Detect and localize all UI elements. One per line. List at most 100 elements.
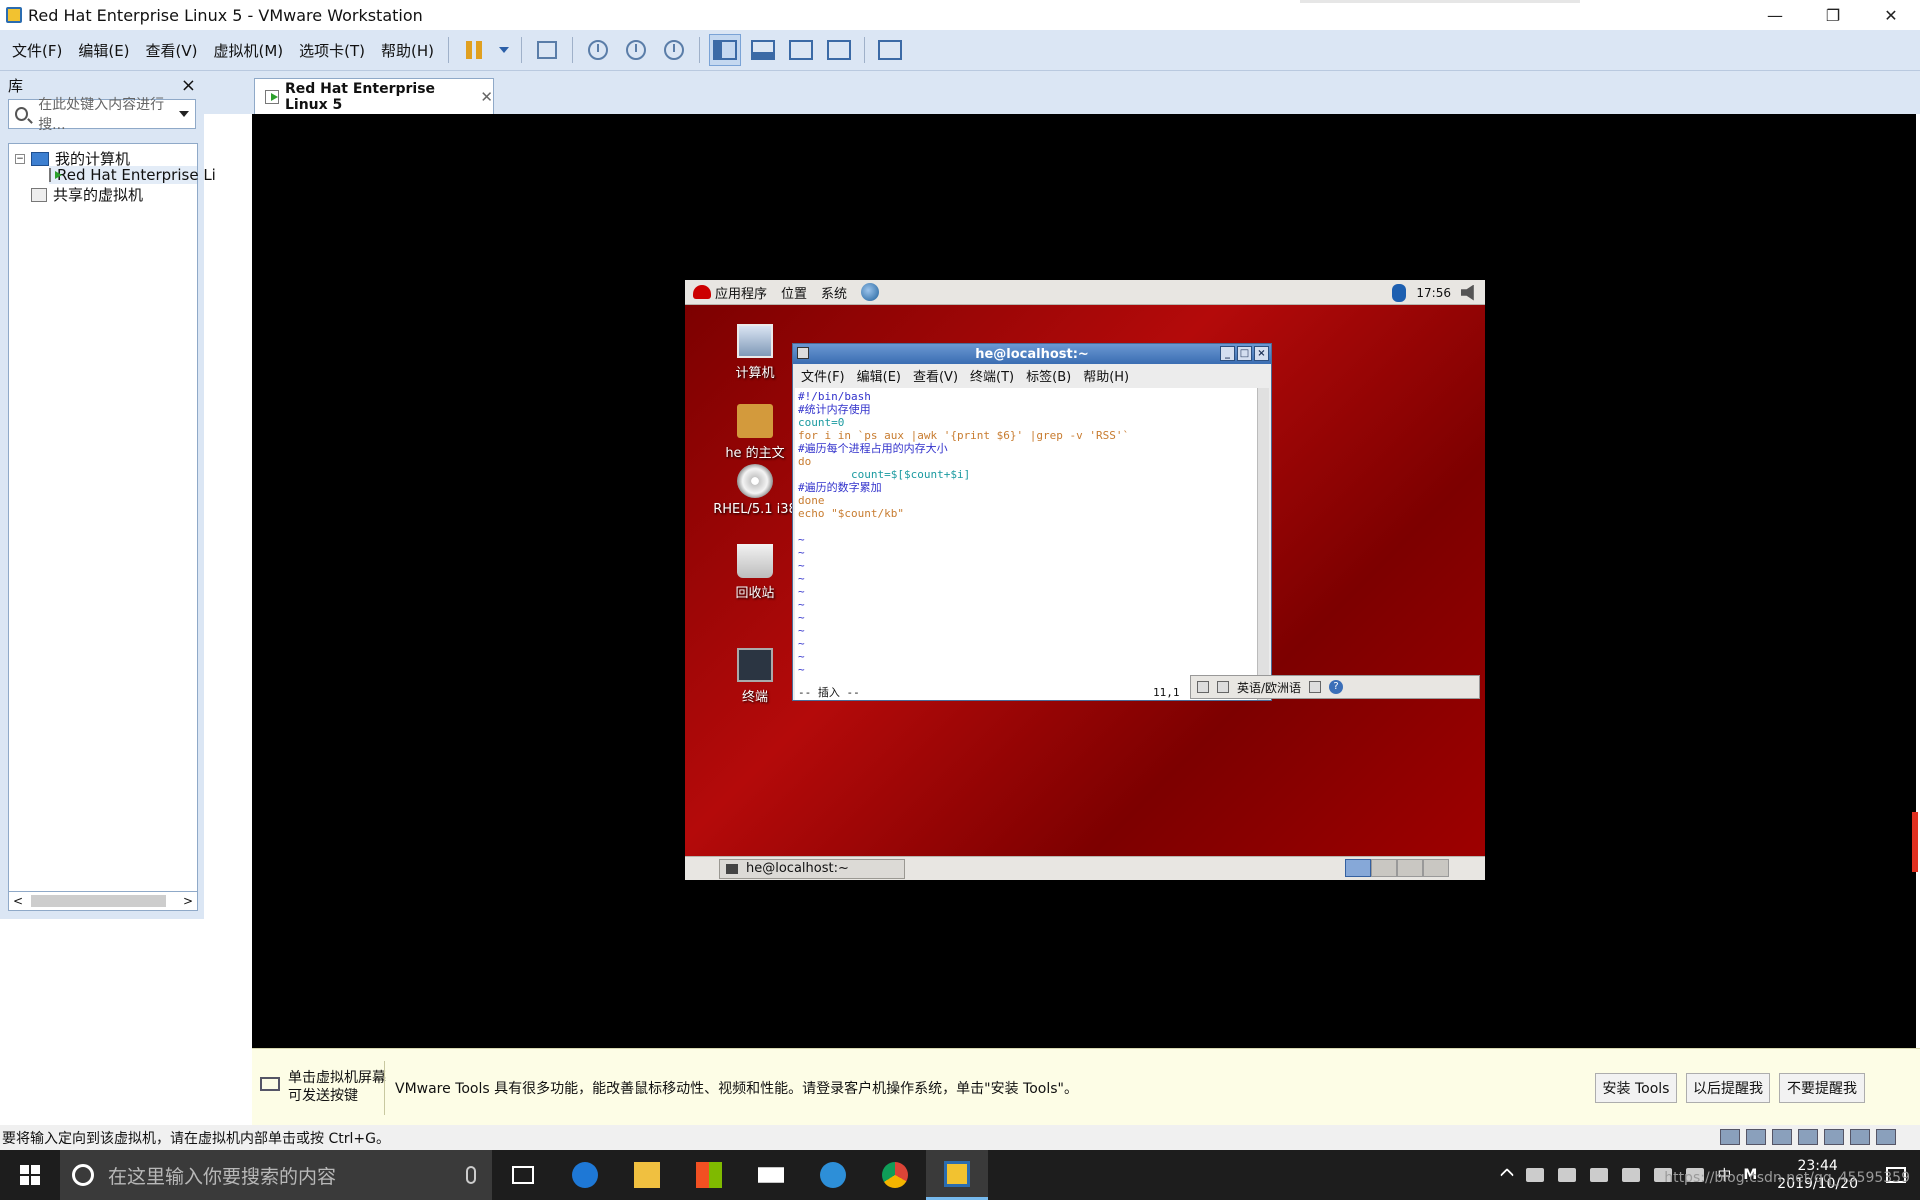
bluetooth-icon[interactable] xyxy=(1392,283,1407,302)
console-view-button[interactable] xyxy=(874,34,906,66)
start-button[interactable] xyxy=(0,1150,60,1200)
terminal-menu-help[interactable]: 帮助(H) xyxy=(1083,366,1129,385)
taskbar-ie[interactable] xyxy=(802,1150,864,1200)
qq-icon[interactable] xyxy=(1558,1168,1577,1182)
battery-icon[interactable] xyxy=(1622,1168,1641,1182)
scroll-left-arrow[interactable]: < xyxy=(13,894,23,908)
terminal-window[interactable]: he@localhost:~ _ □ × 文件(F) 编辑(E) 查看(V) 终… xyxy=(792,343,1272,701)
minimize-button[interactable]: — xyxy=(1746,0,1804,30)
tree-item-rhel-vm[interactable]: Red Hat Enterprise Li xyxy=(49,166,216,184)
terminal-scrollbar[interactable] xyxy=(1257,388,1269,700)
printer-icon[interactable] xyxy=(1798,1129,1818,1145)
terminal-menu-edit[interactable]: 编辑(E) xyxy=(857,366,901,385)
chevron-down-icon[interactable] xyxy=(179,111,189,117)
microphone-icon[interactable] xyxy=(466,1166,476,1184)
folder-icon xyxy=(634,1162,660,1188)
network-adapter-icon[interactable] xyxy=(1772,1129,1792,1145)
library-search-input[interactable]: 在此处键入内容进行搜... xyxy=(8,97,196,133)
menu-vm[interactable]: 虚拟机(M) xyxy=(206,40,292,61)
vim-tilde: ~ xyxy=(798,559,805,572)
desktop-icon-home[interactable]: he 的主文 xyxy=(705,404,805,461)
scroll-right-arrow[interactable]: > xyxy=(183,894,193,908)
close-window-button[interactable]: ✕ xyxy=(1862,0,1920,30)
usb-icon[interactable] xyxy=(1824,1129,1844,1145)
collapse-toggle[interactable]: − xyxy=(15,153,25,164)
hard-disk-icon[interactable] xyxy=(1720,1129,1740,1145)
terminal-titlebar[interactable]: he@localhost:~ _ □ × xyxy=(793,344,1271,364)
guest-task-label: he@localhost:~ xyxy=(746,861,849,876)
install-tools-button[interactable]: 安装 Tools xyxy=(1595,1073,1677,1103)
show-library-button[interactable] xyxy=(709,34,742,66)
volume-icon[interactable] xyxy=(1461,284,1474,301)
edge-scroll-indicator xyxy=(1912,812,1918,872)
toolbar-separator xyxy=(699,37,701,63)
menu-help[interactable]: 帮助(H) xyxy=(373,40,442,61)
guest-menu-places[interactable]: 位置 xyxy=(781,283,807,302)
taskbar-search-box[interactable]: 在这里输入你要搜索的内容 xyxy=(60,1150,492,1200)
library-horizontal-scrollbar[interactable]: < > xyxy=(8,891,198,911)
terminal-minimize-button[interactable]: _ xyxy=(1220,346,1235,361)
revert-snapshot-button[interactable] xyxy=(620,34,652,66)
unity-button[interactable] xyxy=(823,34,855,66)
terminal-text-area[interactable]: #!/bin/bash #统计内存使用 count=0 for i in `ps… xyxy=(795,388,1257,700)
show-hidden-icons[interactable] xyxy=(1500,1167,1515,1183)
guest-menu-applications[interactable]: 应用程序 xyxy=(715,283,767,302)
scrollbar-thumb[interactable] xyxy=(31,895,166,907)
terminal-menu-file[interactable]: 文件(F) xyxy=(801,366,845,385)
thumbnail-bar-button[interactable] xyxy=(747,34,779,66)
ime-handle-icon[interactable] xyxy=(1197,681,1209,693)
workspace-1[interactable] xyxy=(1345,859,1371,877)
vmware-icon xyxy=(944,1160,970,1187)
taskbar-chrome[interactable] xyxy=(864,1150,926,1200)
workspace-2[interactable] xyxy=(1371,859,1397,877)
workspace-4[interactable] xyxy=(1423,859,1449,877)
ime-menu-icon[interactable] xyxy=(1309,681,1322,693)
terminal-menu-tabs[interactable]: 标签(B) xyxy=(1026,366,1071,385)
tree-item-shared-vms[interactable]: 共享的虚拟机 xyxy=(31,184,143,205)
menu-tabs[interactable]: 选项卡(T) xyxy=(291,40,373,61)
wechat-icon[interactable] xyxy=(1526,1168,1545,1182)
terminal-close-button[interactable]: × xyxy=(1254,346,1269,361)
guest-taskbar-terminal[interactable]: he@localhost:~ xyxy=(719,858,905,879)
menu-edit[interactable]: 编辑(E) xyxy=(70,40,137,61)
desktop-icon-trash[interactable]: 回收站 xyxy=(705,544,805,601)
help-icon[interactable]: ? xyxy=(1329,680,1344,694)
dont-remind-button[interactable]: 不要提醒我 xyxy=(1779,1073,1865,1103)
message-log-icon[interactable] xyxy=(1876,1129,1896,1145)
taskbar-store[interactable] xyxy=(678,1150,740,1200)
remind-later-button[interactable]: 以后提醒我 xyxy=(1686,1073,1770,1103)
terminal-maximize-button[interactable]: □ xyxy=(1237,346,1252,361)
send-ctrl-alt-del-button[interactable] xyxy=(531,34,563,66)
display-icon[interactable] xyxy=(1850,1129,1870,1145)
fullscreen-button[interactable] xyxy=(785,34,817,66)
guest-menu-system[interactable]: 系统 xyxy=(821,283,847,302)
terminal-menu-terminal[interactable]: 终端(T) xyxy=(970,366,1014,385)
close-tab-icon[interactable]: ✕ xyxy=(480,88,493,106)
menu-file[interactable]: 文件(F) xyxy=(4,40,70,61)
workspace-3[interactable] xyxy=(1397,859,1423,877)
terminal-menu-view[interactable]: 查看(V) xyxy=(913,366,958,385)
taskbar-edge[interactable] xyxy=(554,1150,616,1200)
terminal-title: he@localhost:~ xyxy=(975,346,1089,362)
browser-globe-icon[interactable] xyxy=(861,283,880,301)
cd-dvd-icon[interactable] xyxy=(1746,1129,1766,1145)
desktop-icon-computer[interactable]: 计算机 xyxy=(705,324,805,381)
tab-rhel5[interactable]: Red Hat Enterprise Linux 5 ✕ xyxy=(254,78,494,114)
guest-desktop[interactable]: 应用程序 位置 系统 17:56 计算机 he 的主文 RHEL/5.1 i38… xyxy=(685,280,1485,880)
taskbar-vmware[interactable] xyxy=(926,1150,988,1200)
desktop-icon-terminal[interactable]: 终端 xyxy=(705,648,805,705)
pause-vm-button[interactable] xyxy=(458,34,490,66)
task-view-button[interactable] xyxy=(492,1150,554,1200)
library-close-button[interactable]: × xyxy=(181,75,196,96)
snapshot-manager-button[interactable] xyxy=(658,34,690,66)
power-dropdown-button[interactable] xyxy=(496,34,512,66)
ime-language[interactable]: 英语/欧洲语 xyxy=(1237,679,1301,696)
desktop-icon-dvd[interactable]: RHEL/5.1 i38 xyxy=(705,464,805,517)
titlebar-shadow xyxy=(1300,0,1580,3)
menu-view[interactable]: 查看(V) xyxy=(138,40,206,61)
taskbar-file-explorer[interactable] xyxy=(616,1150,678,1200)
snapshot-button[interactable] xyxy=(582,34,614,66)
taskbar-mail[interactable] xyxy=(740,1150,802,1200)
cloud-icon[interactable] xyxy=(1590,1168,1609,1182)
restore-button[interactable]: ❐ xyxy=(1804,0,1862,30)
